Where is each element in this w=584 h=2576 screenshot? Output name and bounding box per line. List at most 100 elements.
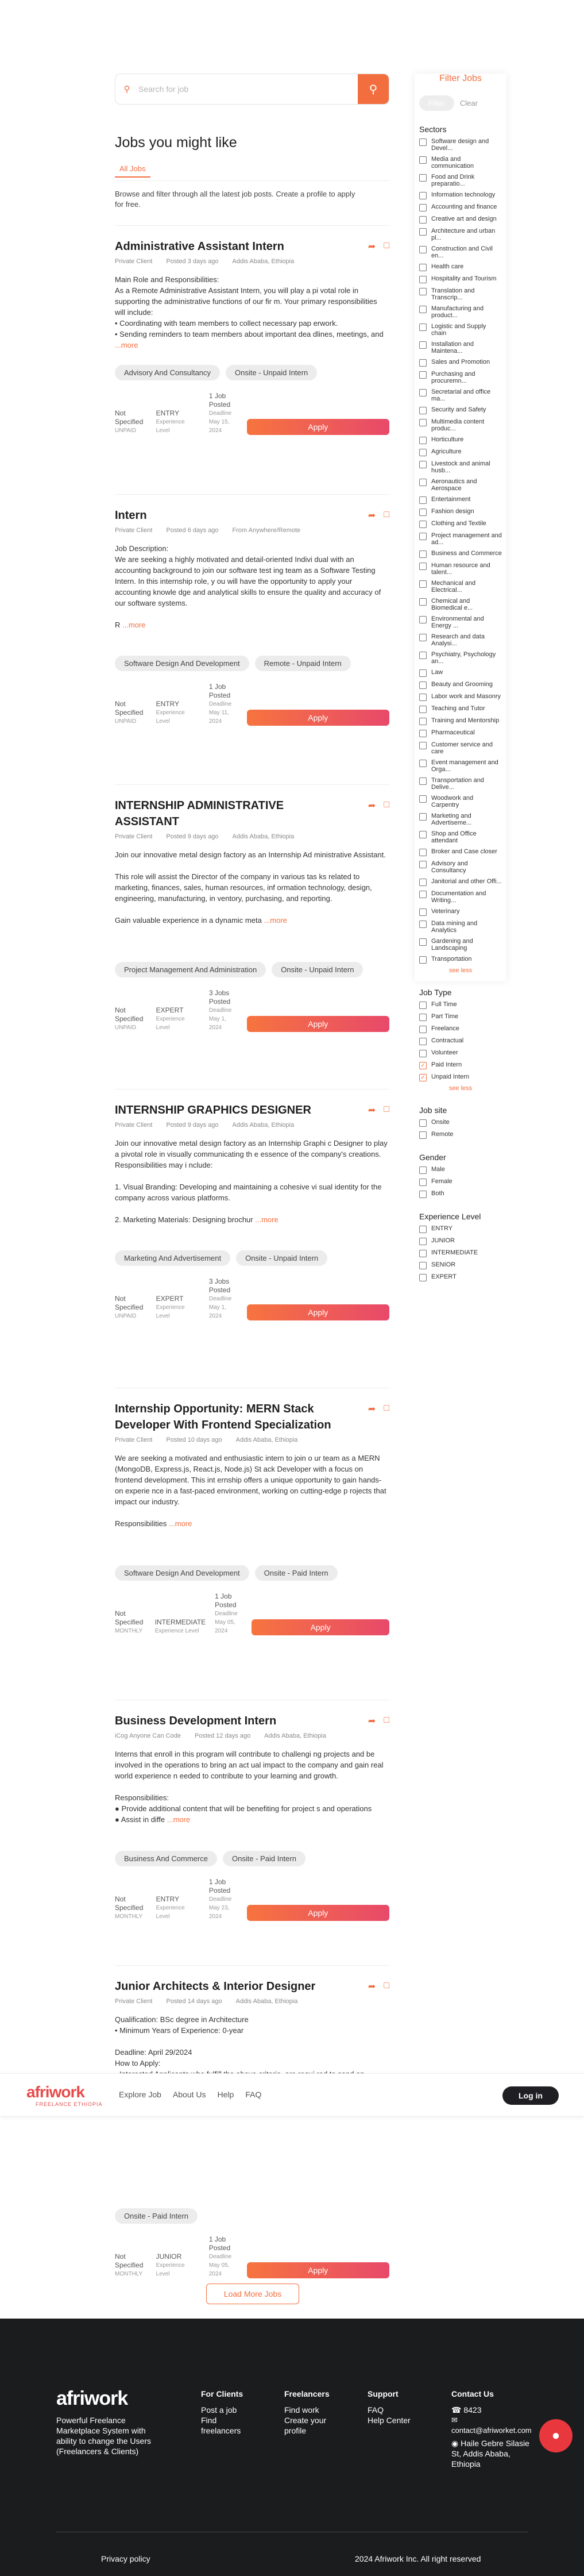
filter-option[interactable]: Aeronautics and Aerospace xyxy=(419,478,502,492)
bookmark-icon[interactable]: □ xyxy=(384,241,389,252)
filter-option[interactable]: Creative art and design xyxy=(419,215,502,224)
footer-find-freelancers-link[interactable]: Find freelancers xyxy=(201,2415,253,2436)
checkbox[interactable] xyxy=(419,461,427,468)
footer-create-profile-link[interactable]: Create your profile xyxy=(284,2415,342,2436)
checkbox[interactable] xyxy=(419,407,427,414)
checkbox[interactable] xyxy=(419,1191,427,1198)
checkbox[interactable] xyxy=(419,681,427,689)
load-more-button[interactable]: Load More Jobs xyxy=(206,2284,299,2304)
filter-option[interactable]: Event management and Orga... xyxy=(419,759,502,773)
apply-button[interactable]: Apply xyxy=(246,710,389,726)
checkbox[interactable] xyxy=(419,324,427,331)
filter-option[interactable]: Media and communication xyxy=(419,156,502,170)
nav-explore-job[interactable]: Explore Job xyxy=(119,2090,161,2099)
see-less-link[interactable]: see less xyxy=(419,967,502,974)
checkbox[interactable] xyxy=(419,437,427,444)
checkbox[interactable]: ✓ xyxy=(419,1074,427,1081)
checkbox[interactable] xyxy=(419,777,427,785)
filter-option[interactable]: Advisory and Consultancy xyxy=(419,860,502,874)
checkbox[interactable] xyxy=(419,694,427,701)
checkbox[interactable] xyxy=(419,479,427,486)
filter-option[interactable]: Horticulture xyxy=(419,436,502,444)
checkbox[interactable] xyxy=(419,192,427,199)
nav-faq[interactable]: FAQ xyxy=(245,2090,261,2099)
filter-option[interactable]: Pharmaceutical xyxy=(419,729,502,737)
apply-button[interactable]: Apply xyxy=(246,1304,389,1320)
checkbox[interactable] xyxy=(419,742,427,749)
filter-option[interactable]: Health care xyxy=(419,263,502,271)
checkbox[interactable] xyxy=(419,634,427,641)
footer-help-center-link[interactable]: Help Center xyxy=(368,2415,411,2425)
checkbox[interactable] xyxy=(419,449,427,456)
filter-option[interactable]: Environmental and Energy ... xyxy=(419,615,502,629)
checkbox[interactable] xyxy=(419,276,427,283)
filter-option[interactable]: Male xyxy=(419,1166,502,1174)
filter-option[interactable]: Onsite xyxy=(419,1119,502,1127)
filter-option[interactable]: INTERMEDIATE xyxy=(419,1249,502,1257)
filter-option[interactable]: Law xyxy=(419,669,502,677)
checkbox[interactable] xyxy=(419,879,427,886)
checkbox[interactable] xyxy=(419,669,427,677)
checkbox[interactable] xyxy=(419,174,427,182)
checkbox[interactable] xyxy=(419,204,427,211)
apply-button[interactable]: Apply xyxy=(246,2262,389,2278)
bookmark-icon[interactable]: □ xyxy=(384,1981,389,1992)
filter-option[interactable]: Software design and Devel... xyxy=(419,138,502,152)
checkbox[interactable] xyxy=(419,419,427,426)
filter-option[interactable]: ✓ Unpaid Intern xyxy=(419,1073,502,1081)
checkbox[interactable] xyxy=(419,1026,427,1033)
checkbox[interactable] xyxy=(419,1262,427,1269)
apply-button[interactable]: Apply xyxy=(246,1016,389,1032)
checkbox[interactable] xyxy=(419,1274,427,1281)
bookmark-icon[interactable]: □ xyxy=(384,510,389,521)
checkbox[interactable] xyxy=(419,598,427,606)
footer-faq-link[interactable]: FAQ xyxy=(368,2405,411,2415)
filter-option[interactable]: Both xyxy=(419,1190,502,1198)
checkbox[interactable] xyxy=(419,228,427,236)
filter-option[interactable]: Customer service and care xyxy=(419,741,502,755)
checkbox[interactable] xyxy=(419,563,427,570)
checkbox[interactable] xyxy=(419,1014,427,1021)
bookmark-icon[interactable]: □ xyxy=(384,800,389,811)
filter-option[interactable]: Accounting and finance xyxy=(419,203,502,211)
checkbox[interactable] xyxy=(419,533,427,540)
filter-option[interactable]: Documentation and Writing... xyxy=(419,890,502,904)
more-link[interactable]: ...more xyxy=(122,621,145,629)
share-icon[interactable]: ➦ xyxy=(368,1403,376,1415)
apply-button[interactable]: Apply xyxy=(246,1905,389,1921)
filter-option[interactable]: Business and Commerce xyxy=(419,550,502,558)
filter-option[interactable]: Janitorial and other Offi... xyxy=(419,878,502,886)
checkbox[interactable] xyxy=(419,730,427,737)
filter-option[interactable]: SENIOR xyxy=(419,1261,502,1269)
checkbox[interactable] xyxy=(419,1002,427,1009)
job-title[interactable]: Administrative Assistant Intern xyxy=(115,238,345,255)
filter-option[interactable]: Freelance xyxy=(419,1025,502,1033)
filter-option[interactable]: JUNIOR xyxy=(419,1237,502,1245)
checkbox[interactable] xyxy=(419,891,427,898)
filter-option[interactable]: Research and data Analysi... xyxy=(419,633,502,647)
tab-all-jobs[interactable]: All Jobs xyxy=(115,164,150,178)
filter-option[interactable]: ENTRY xyxy=(419,1225,502,1233)
more-link[interactable]: ...more xyxy=(255,1215,278,1224)
filter-option[interactable]: Multimedia content produc... xyxy=(419,418,502,432)
checkbox[interactable] xyxy=(419,1166,427,1174)
bookmark-icon[interactable]: □ xyxy=(384,1715,389,1727)
checkbox[interactable] xyxy=(419,138,427,146)
filter-option[interactable]: Data mining and Analytics xyxy=(419,920,502,934)
bookmark-icon[interactable]: □ xyxy=(384,1104,389,1116)
filter-option[interactable]: Entertainment xyxy=(419,496,502,504)
brand-logo[interactable]: afriwork xyxy=(26,2083,85,2101)
more-link[interactable]: ...more xyxy=(169,1519,192,1528)
see-less-link[interactable]: see less xyxy=(419,1085,502,1092)
filter-option[interactable]: Transportation and Delive... xyxy=(419,777,502,791)
checkbox[interactable] xyxy=(419,1250,427,1257)
checkbox[interactable] xyxy=(419,1226,427,1233)
filter-option[interactable]: Human resource and talent... xyxy=(419,562,502,576)
filter-option[interactable]: Broker and Case closer xyxy=(419,848,502,856)
checkbox[interactable] xyxy=(419,389,427,396)
job-title[interactable]: Internship Opportunity: MERN Stack Devel… xyxy=(115,1401,345,1433)
checkbox[interactable] xyxy=(419,1119,427,1127)
footer-find-work-link[interactable]: Find work xyxy=(284,2405,342,2415)
footer-post-job-link[interactable]: Post a job xyxy=(201,2405,253,2415)
share-icon[interactable]: ➦ xyxy=(368,241,376,252)
